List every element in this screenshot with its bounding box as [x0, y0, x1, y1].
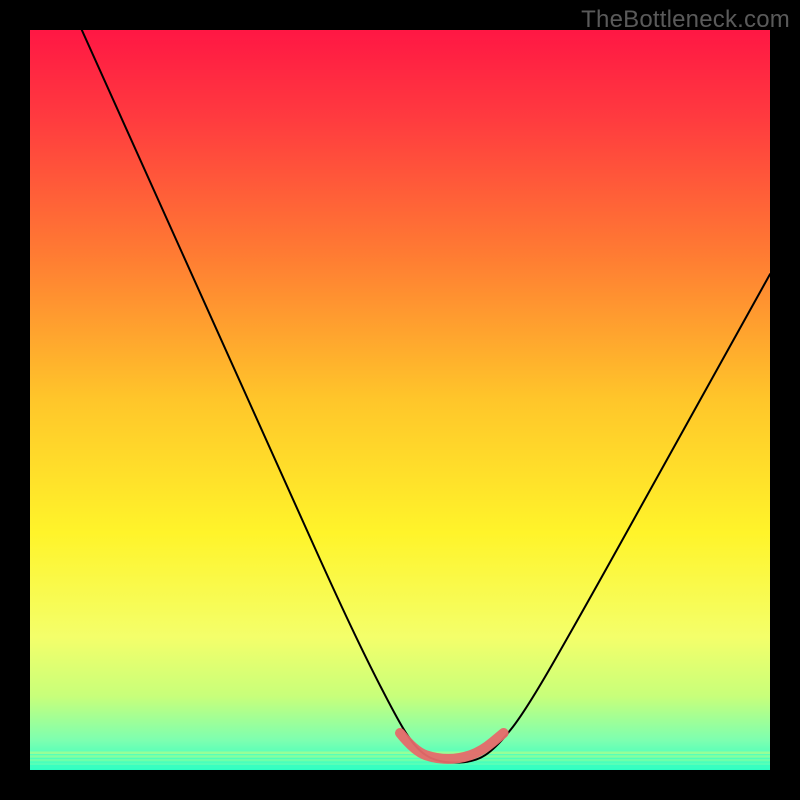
bottom-band — [30, 752, 770, 755]
bottom-band — [30, 755, 770, 758]
bottom-band — [30, 759, 770, 762]
chart-svg — [30, 30, 770, 770]
bottom-band — [30, 766, 770, 769]
chart-plot — [30, 30, 770, 770]
chart-frame: TheBottleneck.com — [0, 0, 800, 800]
chart-background — [30, 30, 770, 770]
watermark-text: TheBottleneck.com — [581, 6, 790, 34]
bottom-band — [30, 763, 770, 766]
